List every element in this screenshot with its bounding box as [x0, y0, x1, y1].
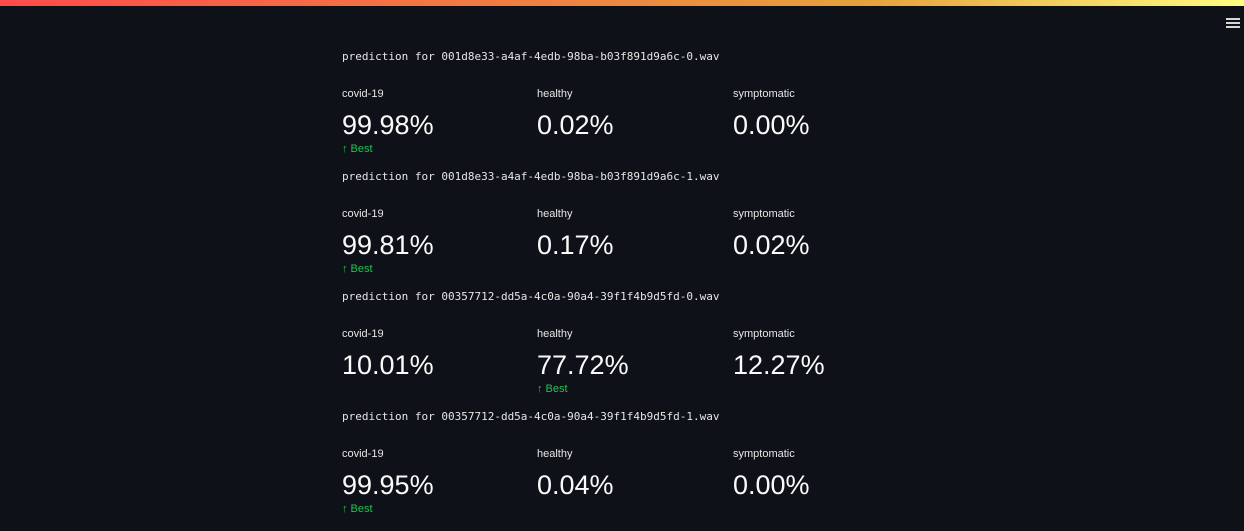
- app-top-decoration: [0, 0, 1244, 6]
- metric-value: 99.98%: [342, 110, 434, 140]
- metric-delta: ↑ Best: [342, 262, 532, 276]
- metric-label: covid-19: [342, 88, 384, 100]
- metric-covid-19: covid-19 99.98% ↑ Best: [342, 86, 532, 156]
- metric-healthy: healthy 77.72% ↑ Best: [537, 326, 727, 396]
- metric-value: 0.17%: [537, 230, 614, 260]
- main-content: prediction for 001d8e33-a4af-4edb-98ba-b…: [342, 50, 942, 530]
- metric-delta: ↑ Best: [342, 142, 532, 156]
- delta-label: Best: [350, 143, 373, 155]
- delta-label: Best: [545, 383, 568, 395]
- metric-value: 0.00%: [733, 110, 810, 140]
- metric-value: 99.95%: [342, 470, 434, 500]
- prediction-title: prediction for 001d8e33-a4af-4edb-98ba-b…: [342, 170, 720, 183]
- prediction-block: prediction for 00357712-dd5a-4c0a-90a4-3…: [342, 410, 942, 530]
- metric-value: 0.04%: [537, 470, 614, 500]
- prediction-title: prediction for 001d8e33-a4af-4edb-98ba-b…: [342, 50, 720, 63]
- metric-symptomatic: symptomatic 0.00%: [733, 446, 923, 501]
- metric-value: 0.02%: [733, 230, 810, 260]
- metric-value: 0.00%: [733, 470, 810, 500]
- delta-label: Best: [350, 503, 373, 515]
- metric-covid-19: covid-19 10.01%: [342, 326, 532, 381]
- metric-label: healthy: [537, 88, 573, 100]
- metric-label: healthy: [537, 208, 573, 220]
- metric-label: covid-19: [342, 328, 384, 340]
- metric-symptomatic: symptomatic 0.02%: [733, 206, 923, 261]
- metric-label: covid-19: [342, 208, 384, 220]
- metric-value: 10.01%: [342, 350, 434, 380]
- arrow-up-icon: ↑: [342, 263, 348, 275]
- metric-label: healthy: [537, 328, 573, 340]
- metric-healthy: healthy 0.02%: [537, 86, 727, 141]
- arrow-up-icon: ↑: [342, 143, 348, 155]
- metric-label: symptomatic: [733, 88, 795, 100]
- metric-covid-19: covid-19 99.81% ↑ Best: [342, 206, 532, 276]
- arrow-up-icon: ↑: [537, 383, 543, 395]
- menu-line: [1226, 26, 1240, 28]
- delta-label: Best: [350, 263, 373, 275]
- metric-label: covid-19: [342, 448, 384, 460]
- metric-label: healthy: [537, 448, 573, 460]
- metric-symptomatic: symptomatic 12.27%: [733, 326, 923, 381]
- metric-value: 77.72%: [537, 350, 629, 380]
- metric-healthy: healthy 0.17%: [537, 206, 727, 261]
- metric-delta: ↑ Best: [537, 382, 727, 396]
- metric-symptomatic: symptomatic 0.00%: [733, 86, 923, 141]
- metric-value: 12.27%: [733, 350, 825, 380]
- menu-line: [1226, 18, 1240, 20]
- metric-value: 0.02%: [537, 110, 614, 140]
- prediction-title: prediction for 00357712-dd5a-4c0a-90a4-3…: [342, 290, 720, 303]
- arrow-up-icon: ↑: [342, 503, 348, 515]
- prediction-block: prediction for 001d8e33-a4af-4edb-98ba-b…: [342, 170, 942, 290]
- metric-covid-19: covid-19 99.95% ↑ Best: [342, 446, 532, 516]
- metric-label: symptomatic: [733, 208, 795, 220]
- prediction-block: prediction for 001d8e33-a4af-4edb-98ba-b…: [342, 50, 942, 170]
- metric-delta: ↑ Best: [342, 502, 532, 516]
- hamburger-menu-icon[interactable]: [1226, 16, 1240, 30]
- metric-value: 99.81%: [342, 230, 434, 260]
- menu-line: [1226, 22, 1240, 24]
- prediction-title: prediction for 00357712-dd5a-4c0a-90a4-3…: [342, 410, 720, 423]
- metric-label: symptomatic: [733, 328, 795, 340]
- metric-healthy: healthy 0.04%: [537, 446, 727, 501]
- prediction-block: prediction for 00357712-dd5a-4c0a-90a4-3…: [342, 290, 942, 410]
- metric-label: symptomatic: [733, 448, 795, 460]
